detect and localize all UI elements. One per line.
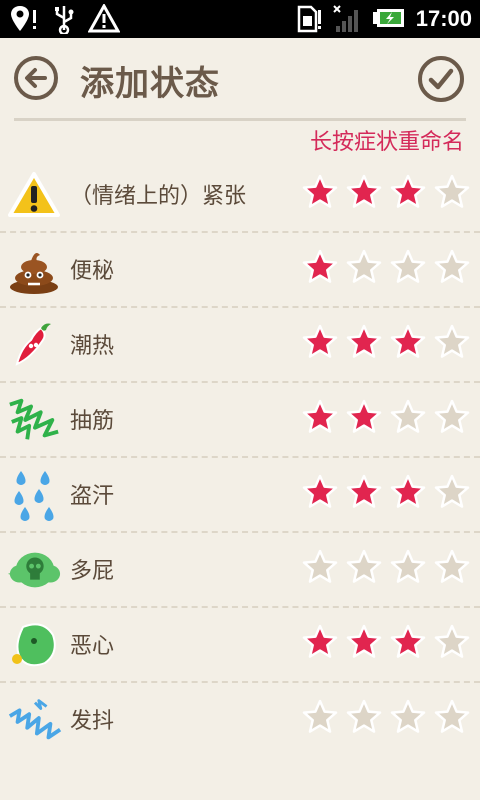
symptom-label: 恶心: [70, 634, 115, 659]
shiver-zigzag-icon: [6, 693, 62, 747]
cramp-zigzag-icon: [6, 393, 62, 447]
symptom-list: （情绪上的）紧张 便秘 潮热 抽筋 盗汗 多屁 恶心 发抖: [0, 158, 480, 756]
star-empty-icon[interactable]: [434, 324, 470, 360]
star-empty-icon[interactable]: [434, 399, 470, 435]
star-filled-icon[interactable]: [302, 324, 338, 360]
usb-icon: [55, 6, 74, 34]
list-item[interactable]: 发抖: [0, 683, 480, 756]
header: 添加状态: [0, 38, 480, 121]
star-filled-icon[interactable]: [302, 474, 338, 510]
star-filled-icon[interactable]: [346, 174, 382, 210]
star-empty-icon[interactable]: [346, 249, 382, 285]
star-empty-icon[interactable]: [346, 549, 382, 585]
signal-icon: [333, 5, 358, 32]
star-empty-icon[interactable]: [434, 249, 470, 285]
symptom-label: 抽筋: [70, 409, 115, 434]
star-filled-icon[interactable]: [302, 174, 338, 210]
rating-stars[interactable]: [302, 399, 470, 435]
page-title: 添加状态: [80, 64, 220, 104]
star-filled-icon[interactable]: [302, 399, 338, 435]
star-filled-icon[interactable]: [302, 624, 338, 660]
checkmark-icon: [428, 68, 454, 90]
list-item[interactable]: 盗汗: [0, 458, 480, 533]
star-filled-icon[interactable]: [390, 174, 426, 210]
star-filled-icon[interactable]: [390, 624, 426, 660]
symptom-label: 多屁: [70, 559, 115, 584]
rating-stars[interactable]: [302, 174, 470, 210]
star-empty-icon[interactable]: [434, 624, 470, 660]
star-empty-icon[interactable]: [302, 699, 338, 735]
star-empty-icon[interactable]: [302, 549, 338, 585]
rating-stars[interactable]: [302, 474, 470, 510]
star-filled-icon[interactable]: [346, 624, 382, 660]
clock: 17:00: [415, 6, 472, 31]
confirm-button[interactable]: [418, 56, 464, 102]
star-empty-icon[interactable]: [434, 474, 470, 510]
battery-charging-icon: [372, 9, 404, 27]
rating-stars[interactable]: [302, 324, 470, 360]
rating-stars[interactable]: [302, 624, 470, 660]
star-empty-icon[interactable]: [390, 699, 426, 735]
back-button[interactable]: [14, 56, 58, 100]
header-divider: [14, 118, 466, 121]
symptom-label: 潮热: [70, 334, 115, 359]
sweat-drops-icon: [6, 468, 62, 522]
star-empty-icon[interactable]: [390, 549, 426, 585]
chili-pepper-icon: [6, 318, 62, 372]
star-filled-icon[interactable]: [390, 324, 426, 360]
star-filled-icon[interactable]: [346, 474, 382, 510]
star-empty-icon[interactable]: [434, 699, 470, 735]
nausea-face-icon: [6, 618, 62, 672]
sim-icon: [297, 5, 321, 33]
rating-stars[interactable]: [302, 249, 470, 285]
star-filled-icon[interactable]: [346, 399, 382, 435]
star-empty-icon[interactable]: [434, 174, 470, 210]
list-item[interactable]: 恶心: [0, 608, 480, 683]
list-item[interactable]: 多屁: [0, 533, 480, 608]
warning-icon: [88, 4, 120, 33]
list-item[interactable]: 潮热: [0, 308, 480, 383]
list-item[interactable]: 抽筋: [0, 383, 480, 458]
location-alert-icon: [11, 6, 36, 31]
rename-hint: 长按症状重命名: [309, 130, 464, 155]
star-empty-icon[interactable]: [346, 699, 382, 735]
status-bar: 17:00: [0, 0, 480, 38]
rating-stars[interactable]: [302, 699, 470, 735]
star-filled-icon[interactable]: [302, 249, 338, 285]
star-filled-icon[interactable]: [346, 324, 382, 360]
star-empty-icon[interactable]: [434, 549, 470, 585]
gas-skull-cloud-icon: [6, 543, 62, 597]
warning-triangle-icon: [6, 168, 62, 222]
symptom-label: （情绪上的）紧张: [70, 184, 247, 209]
arrow-left-icon: [25, 68, 47, 88]
poop-icon: [6, 243, 62, 297]
symptom-label: 发抖: [70, 709, 115, 734]
star-empty-icon[interactable]: [390, 399, 426, 435]
list-item[interactable]: 便秘: [0, 233, 480, 308]
symptom-label: 便秘: [70, 259, 115, 284]
list-item[interactable]: （情绪上的）紧张: [0, 158, 480, 233]
star-empty-icon[interactable]: [390, 249, 426, 285]
rating-stars[interactable]: [302, 549, 470, 585]
star-filled-icon[interactable]: [390, 474, 426, 510]
symptom-label: 盗汗: [70, 484, 115, 509]
